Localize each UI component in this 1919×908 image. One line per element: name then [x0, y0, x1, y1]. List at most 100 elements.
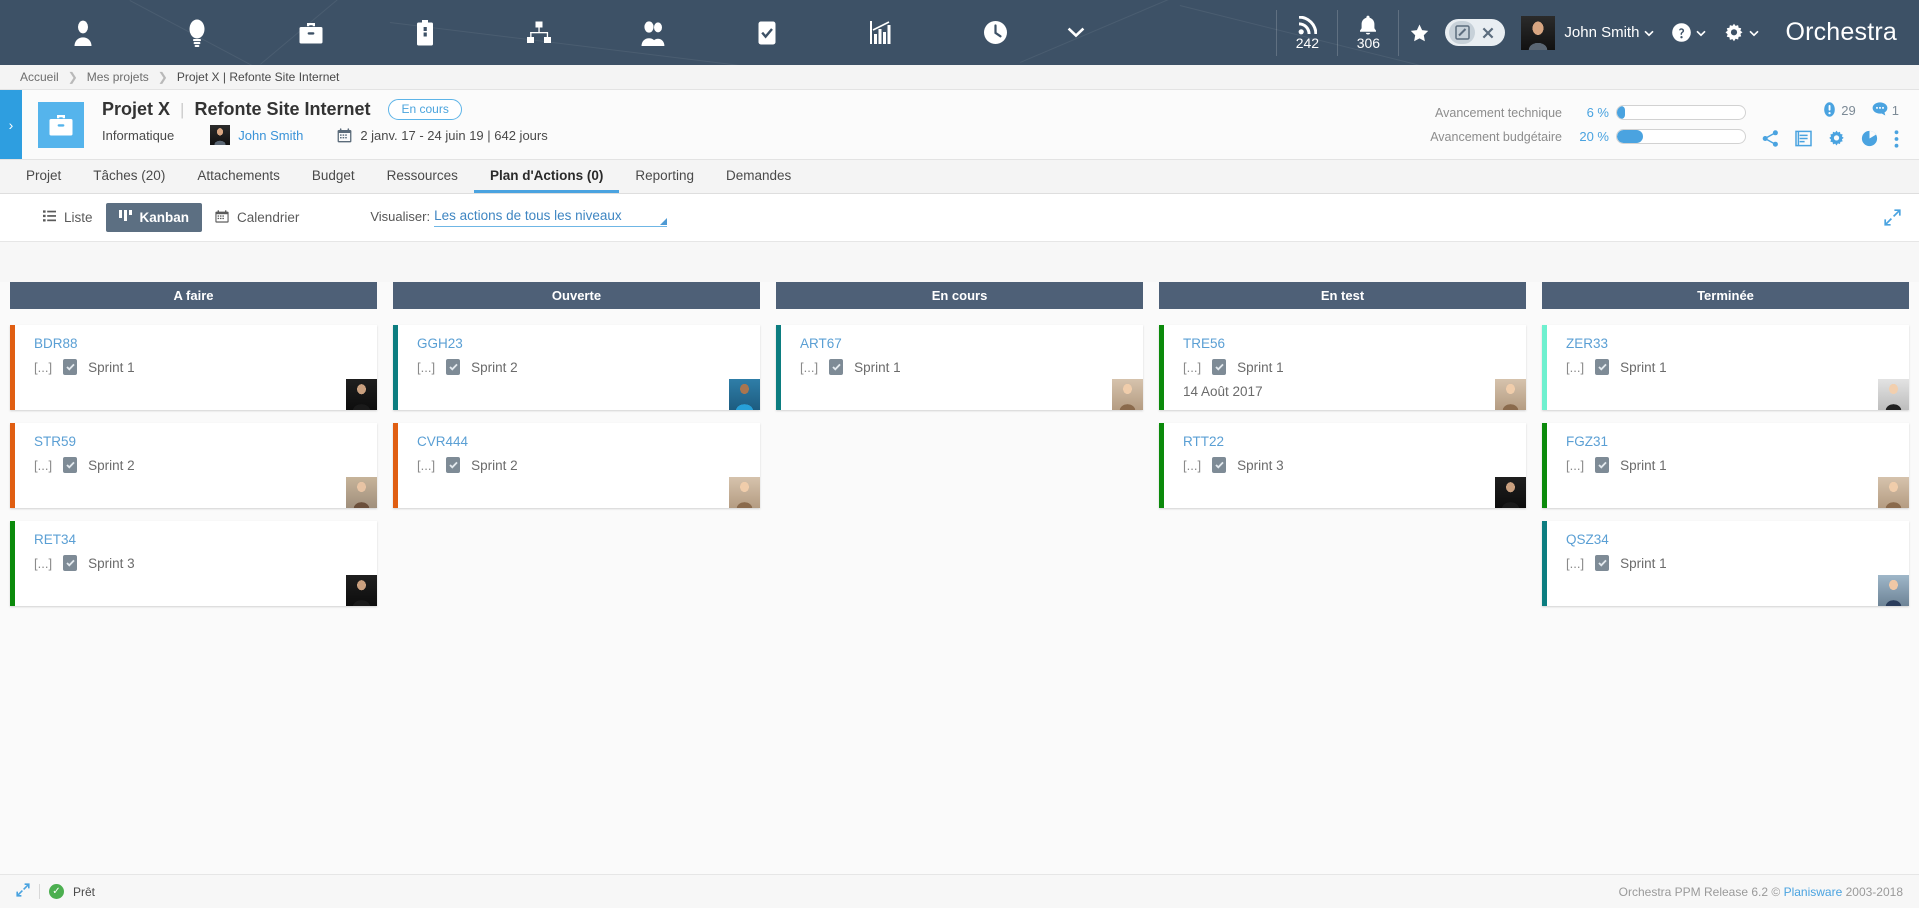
project-dates: 2 janv. 17 - 24 juin 19 | 642 jours — [360, 127, 548, 143]
card-ellipsis[interactable]: [...] — [417, 360, 435, 375]
kanban-card[interactable]: ZER33 [...] Sprint 1 — [1542, 325, 1909, 410]
kanban-column: Terminée ZER33 [...] Sprint 1 FGZ31 [...] Spri… — [1542, 282, 1909, 874]
card-ellipsis[interactable]: [...] — [34, 360, 52, 375]
edit-pencil-icon[interactable] — [1449, 21, 1476, 44]
sidebar-expand-button[interactable]: › — [0, 90, 22, 159]
tab-ressources[interactable]: Ressources — [371, 160, 474, 193]
tab-attachements[interactable]: Attachements — [181, 160, 296, 193]
view-liste-button[interactable]: Liste — [30, 203, 106, 232]
breadcrumb-item-my-projects[interactable]: Mes projets — [87, 70, 149, 84]
fullscreen-expand-icon[interactable] — [1884, 209, 1901, 229]
kanban-card[interactable]: TRE56 [...] Sprint 1 14 Août 2017 — [1159, 325, 1526, 410]
kanban-card[interactable]: STR59 [...] Sprint 2 — [10, 423, 377, 508]
share-icon[interactable] — [1762, 130, 1779, 147]
clock-icon[interactable] — [938, 0, 1052, 65]
comment-icon[interactable] — [1872, 102, 1888, 119]
brand-name: Orchestra — [1785, 18, 1897, 46]
status-badge[interactable]: En cours — [388, 99, 462, 120]
org-chart-icon[interactable] — [482, 0, 596, 65]
card-id[interactable]: GGH23 — [417, 336, 760, 351]
kanban-column-header[interactable]: En test — [1159, 282, 1526, 309]
favorite-star-icon[interactable] — [1399, 0, 1439, 65]
edit-mode-toggle[interactable] — [1445, 19, 1506, 46]
card-id[interactable]: STR59 — [34, 434, 377, 449]
alert-icon[interactable] — [1822, 101, 1837, 120]
kanban-column-header[interactable]: Terminée — [1542, 282, 1909, 309]
help-button[interactable] — [1672, 23, 1707, 42]
card-ellipsis[interactable]: [...] — [34, 556, 52, 571]
card-ellipsis[interactable]: [...] — [1183, 458, 1201, 473]
tab-projet[interactable]: Projet — [10, 160, 77, 193]
card-id[interactable]: RTT22 — [1183, 434, 1526, 449]
card-id[interactable]: QSZ34 — [1566, 532, 1909, 547]
kanban-board: A faire BDR88 [...] Sprint 1 STR59 [...] Sprin… — [0, 282, 1919, 874]
close-icon[interactable] — [1475, 21, 1501, 44]
card-meta-row: [...] Sprint 1 — [34, 359, 377, 375]
card-sprint-label: Sprint 2 — [471, 359, 518, 375]
idea-bulb-icon[interactable] — [140, 0, 254, 65]
kanban-column: A faire BDR88 [...] Sprint 1 STR59 [...] Sprin… — [10, 282, 377, 874]
tab-budget[interactable]: Budget — [296, 160, 371, 193]
expand-arrow-icon[interactable] — [16, 883, 30, 900]
kanban-card[interactable]: RET34 [...] Sprint 3 — [10, 521, 377, 606]
visualize-select[interactable]: Les actions de tous les niveaux — [434, 208, 668, 227]
user-menu[interactable]: John Smith — [1521, 15, 1655, 50]
tab-taches[interactable]: Tâches (20) — [77, 160, 181, 193]
card-id[interactable]: RET34 — [34, 532, 377, 547]
card-ellipsis[interactable]: [...] — [1566, 556, 1584, 571]
view-kanban-button[interactable]: Kanban — [105, 203, 203, 232]
avatar — [346, 575, 377, 606]
people-icon[interactable] — [596, 0, 710, 65]
bar-chart-icon[interactable] — [824, 0, 938, 65]
card-meta-row: [...] Sprint 3 — [34, 555, 377, 571]
kanban-card[interactable]: QSZ34 [...] Sprint 1 — [1542, 521, 1909, 606]
card-ellipsis[interactable]: [...] — [800, 360, 818, 375]
kanban-column-header[interactable]: Ouverte — [393, 282, 760, 309]
tab-demandes[interactable]: Demandes — [710, 160, 807, 193]
gear-icon[interactable] — [1828, 130, 1845, 147]
chevron-down-icon — [1644, 25, 1655, 40]
kanban-card[interactable]: RTT22 [...] Sprint 3 — [1159, 423, 1526, 508]
card-ellipsis[interactable]: [...] — [1183, 360, 1201, 375]
card-sprint-label: Sprint 2 — [471, 457, 518, 473]
view-calendrier-button[interactable]: Calendrier — [202, 203, 312, 232]
settings-button[interactable] — [1724, 23, 1760, 43]
kanban-card[interactable]: FGZ31 [...] Sprint 1 — [1542, 423, 1909, 508]
card-ellipsis[interactable]: [...] — [1566, 458, 1584, 473]
breadcrumb-item-home[interactable]: Accueil — [20, 70, 59, 84]
card-id[interactable]: CVR444 — [417, 434, 760, 449]
card-id[interactable]: TRE56 — [1183, 336, 1526, 351]
list-view-icon[interactable] — [1795, 130, 1812, 147]
checkbox-icon[interactable] — [710, 0, 824, 65]
more-options-icon[interactable] — [1894, 129, 1899, 148]
tab-reporting[interactable]: Reporting — [619, 160, 710, 193]
kanban-card[interactable]: GGH23 [...] Sprint 2 — [393, 325, 760, 410]
pie-chart-icon[interactable] — [1861, 130, 1878, 147]
card-ellipsis[interactable]: [...] — [417, 458, 435, 473]
briefcase-icon[interactable] — [254, 0, 368, 65]
card-meta-row: [...] Sprint 3 — [1183, 457, 1526, 473]
avatar — [1112, 379, 1143, 410]
card-id[interactable]: ZER33 — [1566, 336, 1909, 351]
tab-plan-dactions[interactable]: Plan d'Actions (0) — [473, 160, 620, 193]
kanban-card[interactable]: CVR444 [...] Sprint 2 — [393, 423, 760, 508]
user-icon[interactable] — [26, 0, 140, 65]
card-id[interactable]: ART67 — [800, 336, 1143, 351]
kanban-column-header[interactable]: En cours — [776, 282, 1143, 309]
feed-button[interactable]: 242 — [1277, 0, 1337, 65]
breadcrumb-separator-icon: ❯ — [157, 70, 168, 84]
card-id[interactable]: FGZ31 — [1566, 434, 1909, 449]
kanban-card[interactable]: ART67 [...] Sprint 1 — [776, 325, 1143, 410]
card-ellipsis[interactable]: [...] — [34, 458, 52, 473]
kanban-card[interactable]: BDR88 [...] Sprint 1 — [10, 325, 377, 410]
card-id[interactable]: BDR88 — [34, 336, 377, 351]
more-nav-chevron-down-icon[interactable] — [1052, 0, 1100, 65]
project-bag-icon[interactable] — [368, 0, 482, 65]
card-ellipsis[interactable]: [...] — [1566, 360, 1584, 375]
card-meta-row: [...] Sprint 1 — [1566, 555, 1909, 571]
project-owner[interactable]: John Smith — [238, 128, 303, 143]
card-meta-row: [...] Sprint 1 — [1183, 359, 1526, 375]
kanban-column-header[interactable]: A faire — [10, 282, 377, 309]
alerts-button[interactable]: 306 — [1338, 0, 1398, 65]
vendor-link[interactable]: Planisware — [1784, 885, 1843, 899]
